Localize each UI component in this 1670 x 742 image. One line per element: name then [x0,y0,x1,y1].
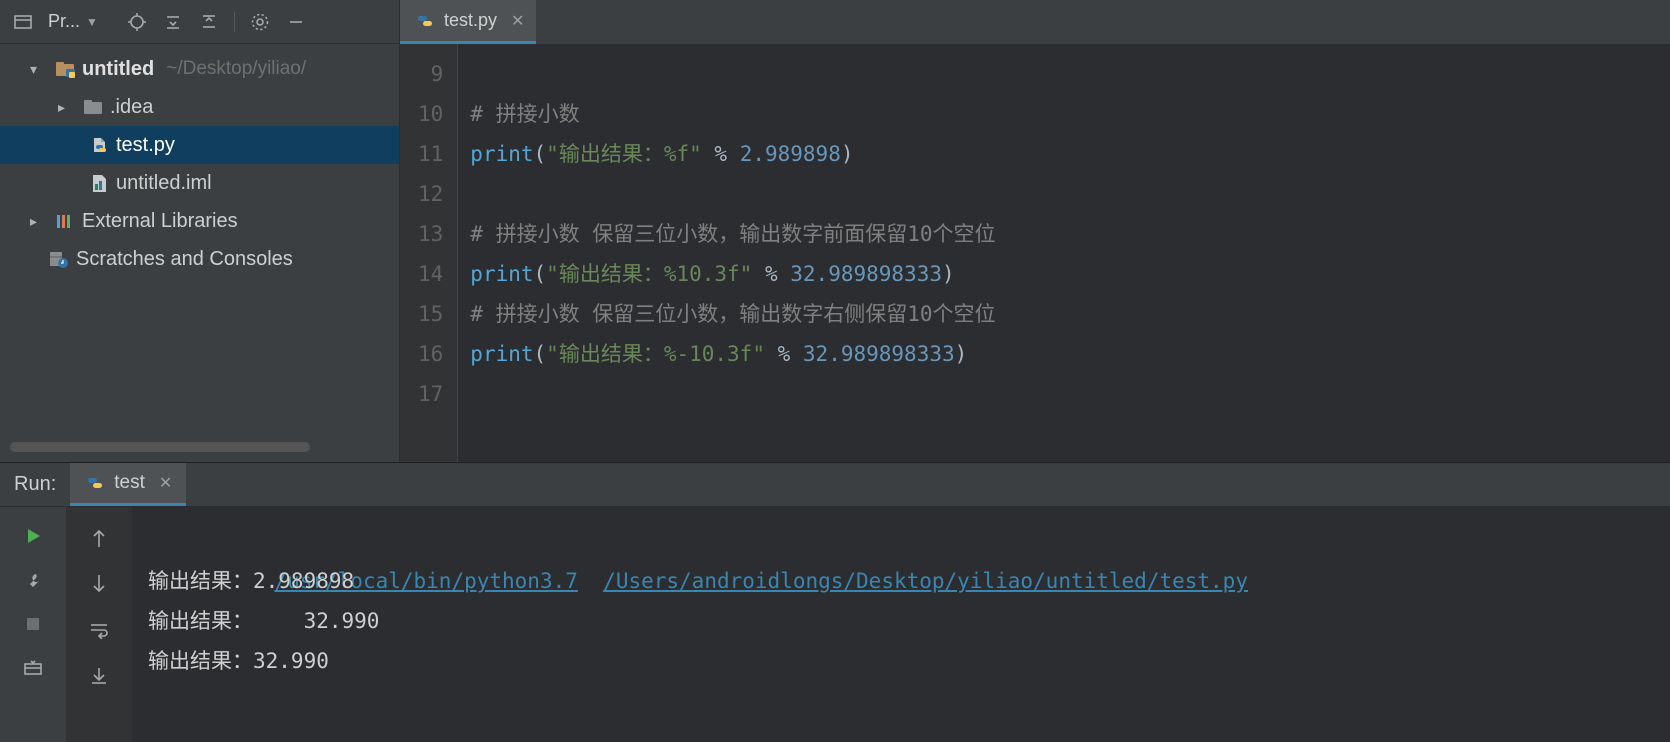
stop-icon[interactable] [18,609,48,639]
run-tab-label: test [114,472,145,494]
scroll-to-end-icon[interactable] [84,661,114,691]
gutter-line-number: 10 [418,94,443,134]
project-view-icon[interactable] [8,7,38,37]
editor-area: test.py ✕ 91011121314151617 # 拼接小数print(… [400,0,1670,462]
project-sidebar: Pr... ▼ [0,0,400,462]
soft-wrap-icon[interactable] [84,615,114,645]
tree-label: .idea [110,96,153,119]
code-line[interactable] [470,174,995,214]
gutter-line-number: 17 [418,374,443,414]
gear-icon[interactable] [245,7,275,37]
layout-icon[interactable] [18,653,48,683]
project-tree[interactable]: ▾ untitled ~/Desktop/yiliao/ ▸ .idea [0,44,399,436]
editor-tab-bar: test.py ✕ [400,0,1670,44]
python-file-icon [88,134,110,156]
python-file-icon [414,10,436,32]
tree-row-root[interactable]: ▾ untitled ~/Desktop/yiliao/ [0,50,399,88]
libraries-icon [54,210,76,232]
gutter-line-number: 13 [418,214,443,254]
horizontal-scrollbar[interactable] [10,442,310,452]
code-line[interactable] [470,54,995,94]
gutter-line-number: 16 [418,334,443,374]
run-label: Run: [0,473,70,496]
console-line: 输出结果：32.990 [148,641,1670,681]
expand-all-icon[interactable] [158,7,188,37]
console-output[interactable]: /usr/local/bin/python3.7 /Users/androidl… [132,507,1670,742]
chevron-down-icon[interactable]: ▾ [30,61,48,78]
code-line[interactable]: print("输出结果：%-10.3f" % 32.989898333) [470,334,995,374]
run-toolbar-left2 [66,507,132,742]
tab-label: test.py [444,10,497,31]
tree-row-folder[interactable]: ▸ .idea [0,88,399,126]
gutter-line-number: 14 [418,254,443,294]
tree-label: untitled.iml [116,172,212,195]
code-editor[interactable]: 91011121314151617 # 拼接小数print("输出结果：%f" … [400,44,1670,462]
code-body[interactable]: # 拼接小数print("输出结果：%f" % 2.989898) # 拼接小数 … [458,44,995,462]
chevron-right-icon[interactable]: ▸ [58,99,76,116]
collapse-all-icon[interactable] [194,7,224,37]
code-line[interactable]: print("输出结果：%f" % 2.989898) [470,134,995,174]
hide-icon[interactable] [281,7,311,37]
close-icon[interactable]: ✕ [159,473,172,493]
gutter-line-number: 9 [418,54,443,94]
script-path-link[interactable]: /Users/androidlongs/Desktop/yiliao/untit… [603,569,1248,593]
tree-label: untitled [82,58,154,81]
tree-row-external[interactable]: ▸ External Libraries [0,202,399,240]
tree-label: External Libraries [82,210,238,233]
toolbar-separator [234,12,235,32]
tree-label: Scratches and Consoles [76,248,293,271]
locate-icon[interactable] [122,7,152,37]
project-folder-icon [54,58,76,80]
tree-label: test.py [116,134,175,157]
scratches-icon [48,248,70,270]
project-title-text: Pr... [48,11,80,32]
iml-file-icon [88,172,110,194]
python-icon [84,472,106,494]
code-line[interactable]: # 拼接小数 保留三位小数，输出数字右侧保留10个空位 [470,294,995,334]
code-line[interactable] [470,374,995,414]
down-arrow-icon[interactable] [84,569,114,599]
gutter-line-number: 11 [418,134,443,174]
project-title[interactable]: Pr... ▼ [44,11,102,32]
tree-path: ~/Desktop/yiliao/ [166,58,306,80]
chevron-right-icon[interactable]: ▸ [30,213,48,230]
console-command-line: /usr/local/bin/python3.7 /Users/androidl… [148,521,1670,561]
code-line[interactable]: # 拼接小数 保留三位小数，输出数字前面保留10个空位 [470,214,995,254]
close-icon[interactable]: ✕ [511,11,524,31]
chevron-down-icon: ▼ [86,15,98,29]
editor-tab-active[interactable]: test.py ✕ [400,0,536,44]
project-toolbar: Pr... ▼ [0,0,399,44]
up-arrow-icon[interactable] [84,523,114,553]
folder-icon [82,96,104,118]
tree-row-scratches[interactable]: Scratches and Consoles [0,240,399,278]
run-header: Run: test ✕ [0,463,1670,507]
console-line: 输出结果： 32.990 [148,601,1670,641]
run-tab-active[interactable]: test ✕ [70,463,186,506]
run-panel: Run: test ✕ [0,462,1670,742]
tree-row-file-selected[interactable]: test.py [0,126,399,164]
run-toolbar-left [0,507,66,742]
tree-row-file[interactable]: untitled.iml [0,164,399,202]
wrench-icon[interactable] [18,565,48,595]
gutter: 91011121314151617 [400,44,458,462]
gutter-line-number: 12 [418,174,443,214]
code-line[interactable]: # 拼接小数 [470,94,995,134]
rerun-icon[interactable] [18,521,48,551]
gutter-line-number: 15 [418,294,443,334]
code-line[interactable]: print("输出结果：%10.3f" % 32.989898333) [470,254,995,294]
